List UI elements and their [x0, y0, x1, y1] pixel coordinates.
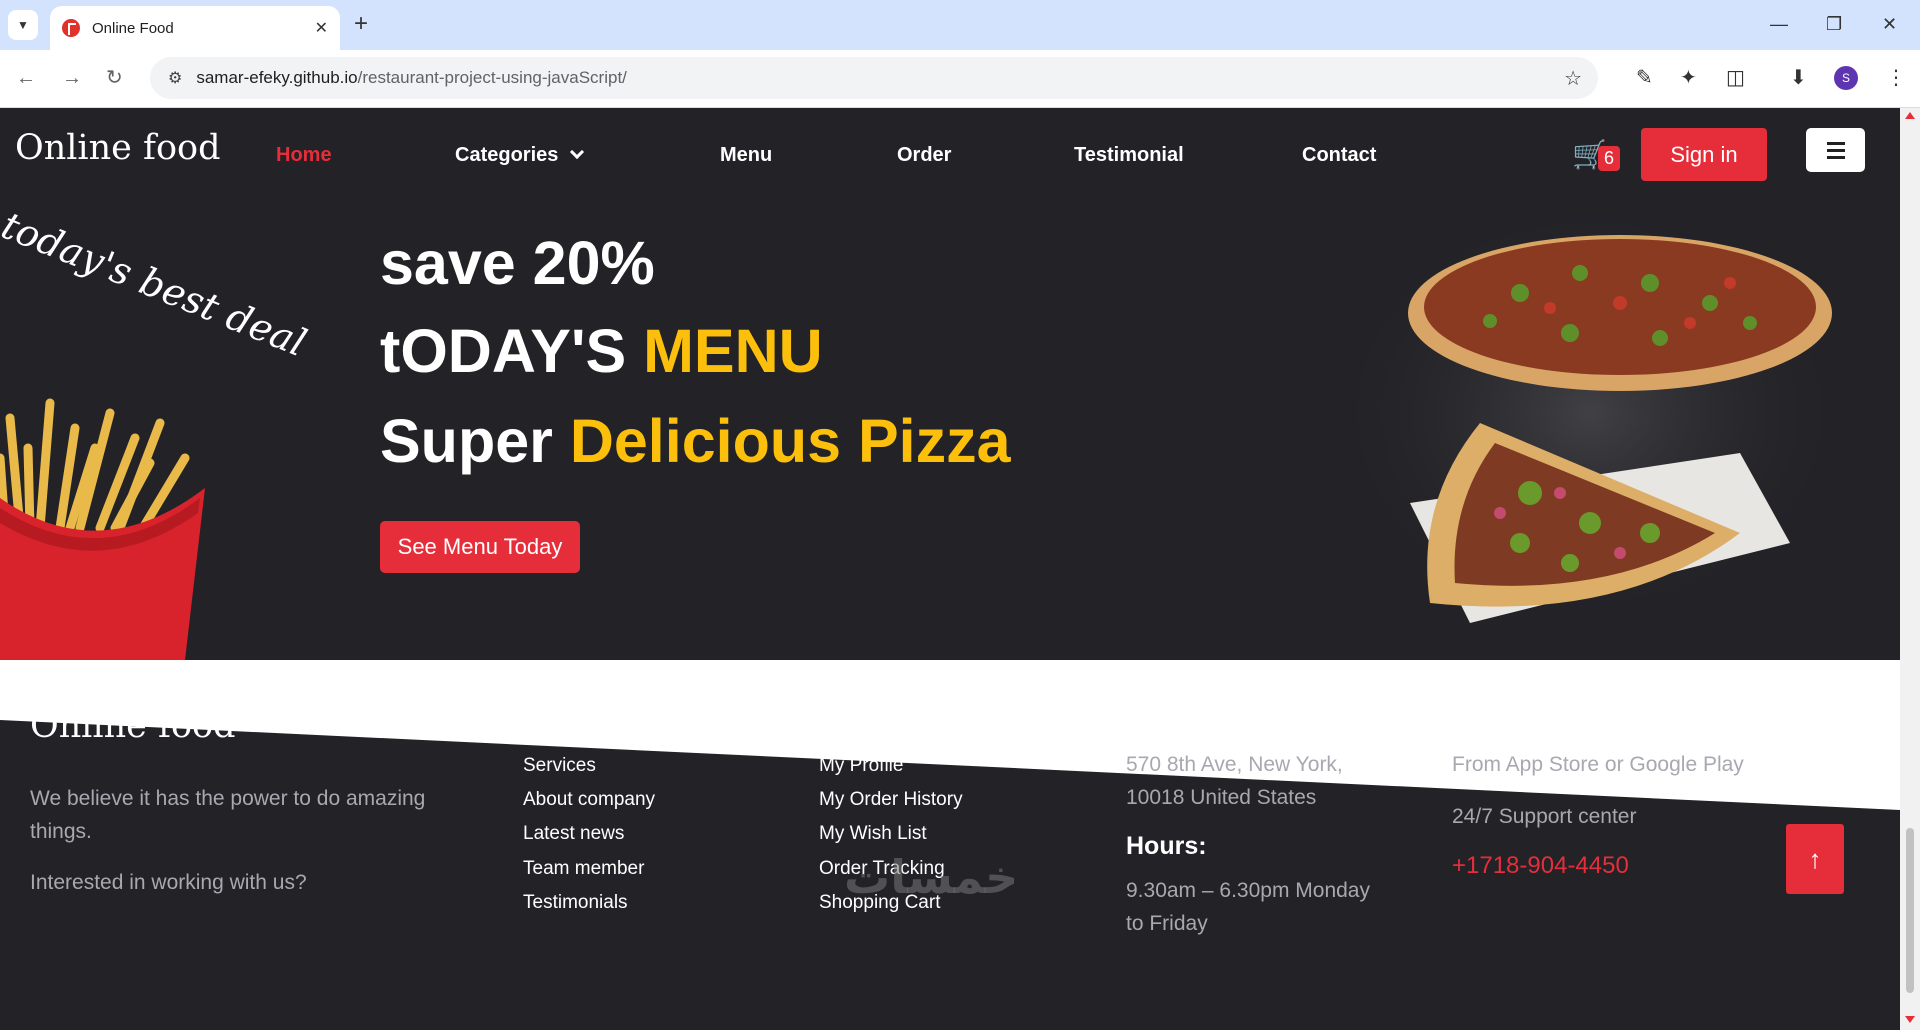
url-text: samar-efeky.github.io/restaurant-project… — [196, 68, 627, 87]
nav-link-categories[interactable]: Categories — [455, 144, 585, 167]
extensions-puzzle-icon[interactable]: ◫ — [1726, 65, 1745, 91]
nav-link-contact[interactable]: Contact — [1302, 144, 1376, 167]
browser-tabstrip: ▼ Online Food ✕ + — ❐ ✕ — [0, 0, 1920, 50]
hours-heading: Hours: — [1126, 832, 1207, 860]
quick-links-heading: Quick Links — [523, 708, 665, 736]
restore-icon[interactable]: ❐ — [1826, 10, 1842, 38]
sign-in-button[interactable]: Sign in — [1641, 128, 1767, 181]
cart-button[interactable]: 🛒 6 — [1572, 138, 1621, 171]
arrow-up-icon: ↑ — [1808, 843, 1822, 874]
address-heading: Address: — [1126, 708, 1235, 736]
install-app-text: From App Store or Google Play — [1452, 753, 1744, 776]
todays-best-deal-script: today's best deal — [0, 203, 313, 366]
hours-line-2: to Friday — [1126, 912, 1208, 935]
page-scrollbar[interactable] — [1900, 108, 1920, 1030]
see-menu-button[interactable]: See Menu Today — [380, 521, 580, 573]
footer-link-services[interactable]: Services — [523, 755, 596, 777]
eyedropper-icon[interactable]: ✎ — [1636, 65, 1653, 91]
french-fries-image — [0, 398, 205, 660]
footer-link-profile[interactable]: My Profile — [819, 755, 903, 777]
bookmark-star-icon[interactable]: ☆ — [1564, 66, 1582, 91]
hero-line-discount: save 20% — [380, 229, 655, 297]
close-tab-icon[interactable]: ✕ — [315, 18, 328, 38]
reload-icon[interactable]: ↻ — [106, 66, 123, 90]
nav-link-menu[interactable]: Menu — [720, 144, 772, 167]
my-account-heading: My account — [819, 708, 957, 736]
footer-link-order-history[interactable]: My Order History — [819, 789, 963, 811]
scroll-down-icon[interactable] — [1905, 1016, 1915, 1023]
install-app-heading: Install app — [1452, 708, 1576, 736]
chevron-down-icon: ▼ — [17, 18, 29, 32]
chevron-down-icon — [570, 144, 585, 160]
pizza-image — [1320, 203, 1860, 633]
site-info-icon[interactable]: ⚙ — [168, 68, 182, 88]
footer-cta-text: Interested in working with us? — [30, 871, 307, 894]
scroll-to-top-button[interactable]: ↑ — [1786, 824, 1844, 894]
browser-toolbar: ← → ↻ ⚙ samar-efeky.github.io/restaurant… — [0, 50, 1920, 108]
nav-link-home[interactable]: Home — [276, 144, 332, 167]
nav-link-order[interactable]: Order — [897, 144, 951, 167]
profile-avatar[interactable]: S — [1834, 66, 1858, 90]
address-line-1: 570 8th Ave, New York, — [1126, 753, 1343, 776]
footer-link-testimonials[interactable]: Testimonials — [523, 892, 628, 914]
address-bar[interactable]: ⚙ samar-efeky.github.io/restaurant-proje… — [150, 57, 1598, 99]
site-favicon-icon — [62, 19, 80, 37]
tab-title: Online Food — [92, 19, 174, 37]
site-logo[interactable]: Online food — [15, 128, 221, 168]
color-extension-icon[interactable]: ✦ — [1680, 65, 1697, 91]
watermark-logo: خمسات — [844, 851, 1019, 903]
nav-link-testimonial[interactable]: Testimonial — [1074, 144, 1184, 167]
address-line-2: 10018 United States — [1126, 786, 1317, 809]
forward-arrow-icon[interactable]: → — [62, 66, 82, 90]
browser-tab[interactable]: Online Food ✕ — [50, 6, 340, 50]
footer-link-wish-list[interactable]: My Wish List — [819, 823, 927, 845]
hero-section: Online food Home Categories Menu Order T… — [0, 108, 1900, 660]
scroll-up-icon[interactable] — [1905, 112, 1915, 119]
footer-link-about[interactable]: About company — [523, 789, 655, 811]
tab-search-button[interactable]: ▼ — [8, 10, 38, 40]
hero-line-menu: tODAY'S MENU — [380, 317, 823, 385]
minimize-icon[interactable]: — — [1770, 10, 1788, 38]
support-center-text: 24/7 Support center — [1452, 805, 1637, 828]
footer-link-news[interactable]: Latest news — [523, 823, 624, 845]
scrollbar-thumb[interactable] — [1906, 828, 1914, 993]
footer-link-team[interactable]: Team member — [523, 858, 644, 880]
footer-logo[interactable]: Online food — [30, 706, 236, 746]
cart-count-badge: 6 — [1598, 146, 1621, 171]
close-window-icon[interactable]: ✕ — [1882, 10, 1897, 38]
new-tab-icon[interactable]: + — [354, 10, 368, 38]
hamburger-menu-icon[interactable] — [1806, 128, 1865, 172]
more-menu-icon[interactable]: ⋮ — [1886, 65, 1906, 91]
support-phone-link[interactable]: +1718-904-4450 — [1452, 852, 1629, 880]
download-icon[interactable]: ⬇ — [1790, 65, 1807, 91]
hours-line-1: 9.30am – 6.30pm Monday — [1126, 879, 1370, 902]
back-arrow-icon[interactable]: ← — [16, 66, 36, 90]
footer-about-text: We believe it has the power to do amazin… — [30, 787, 426, 843]
hero-line-pizza: Super Delicious Pizza — [380, 407, 1011, 475]
